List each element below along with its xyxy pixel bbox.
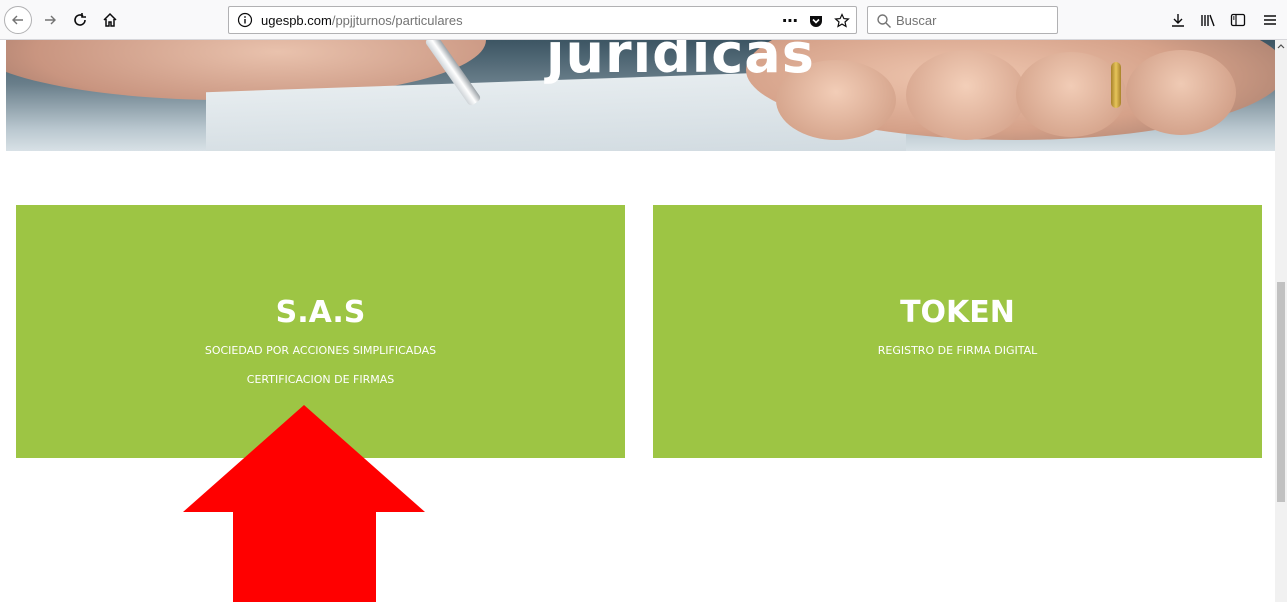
url-bar[interactable]: ugespb.com/ppjjturnos/particulares ⋯ bbox=[228, 6, 857, 34]
url-domain: ugespb.com bbox=[261, 13, 332, 28]
search-icon bbox=[877, 14, 891, 28]
finger-image bbox=[1126, 50, 1236, 135]
url-text[interactable]: ugespb.com/ppjjturnos/particulares bbox=[261, 13, 463, 28]
download-icon bbox=[1172, 14, 1184, 27]
ring-image bbox=[1111, 62, 1121, 108]
page-actions-icon[interactable]: ⋯ bbox=[781, 12, 799, 30]
info-icon[interactable] bbox=[237, 12, 253, 28]
browser-toolbar: ugespb.com/ppjjturnos/particulares ⋯ Bus… bbox=[0, 0, 1287, 40]
sas-card-subtitle: SOCIEDAD POR ACCIONES SIMPLIFICADAS bbox=[204, 344, 437, 357]
reload-button[interactable] bbox=[66, 6, 94, 34]
arrow-right-icon bbox=[45, 15, 56, 25]
token-card[interactable]: TOKEN REGISTRO DE FIRMA DIGITAL bbox=[653, 205, 1262, 458]
search-bar[interactable]: Buscar bbox=[867, 6, 1058, 34]
sas-card-title: S.A.S bbox=[275, 295, 366, 330]
library-icon bbox=[1201, 14, 1215, 27]
search-placeholder: Buscar bbox=[896, 13, 937, 28]
token-card-subtitle: REGISTRO DE FIRMA DIGITAL bbox=[877, 344, 1038, 357]
scrollbar-thumb[interactable] bbox=[1277, 282, 1285, 502]
chevron-up-icon bbox=[1277, 44, 1285, 49]
sas-card-link[interactable]: CERTIFICACION DE FIRMAS bbox=[16, 373, 625, 386]
page-viewport: jurídicas S.A.S SOCIEDAD POR ACCIONES SI… bbox=[0, 40, 1275, 602]
finger-image bbox=[1016, 52, 1126, 137]
red-arrow-up-icon bbox=[183, 405, 425, 602]
hero-banner: jurídicas bbox=[6, 40, 1275, 151]
arrow-left-icon bbox=[12, 15, 23, 25]
back-button[interactable] bbox=[4, 6, 32, 34]
token-card-title: TOKEN bbox=[900, 295, 1015, 330]
home-button[interactable] bbox=[96, 6, 124, 34]
pocket-icon bbox=[810, 16, 822, 27]
forward-button[interactable] bbox=[36, 6, 64, 34]
bookmark-button[interactable] bbox=[833, 12, 851, 30]
scroll-up-button[interactable] bbox=[1275, 40, 1287, 52]
menu-button[interactable] bbox=[1256, 6, 1284, 34]
url-path: /ppjjturnos/particulares bbox=[331, 13, 463, 28]
sidebar-icon bbox=[1230, 13, 1246, 27]
sidebar-button[interactable] bbox=[1224, 6, 1252, 34]
hamburger-menu-icon bbox=[1264, 15, 1276, 25]
pocket-button[interactable] bbox=[807, 12, 825, 30]
home-icon bbox=[103, 12, 117, 27]
reload-icon bbox=[74, 13, 86, 26]
star-icon bbox=[834, 13, 850, 28]
hero-title: jurídicas bbox=[546, 40, 815, 85]
downloads-button[interactable] bbox=[1164, 6, 1192, 34]
vertical-scrollbar[interactable] bbox=[1275, 40, 1287, 602]
library-button[interactable] bbox=[1194, 6, 1222, 34]
finger-image bbox=[906, 50, 1026, 140]
